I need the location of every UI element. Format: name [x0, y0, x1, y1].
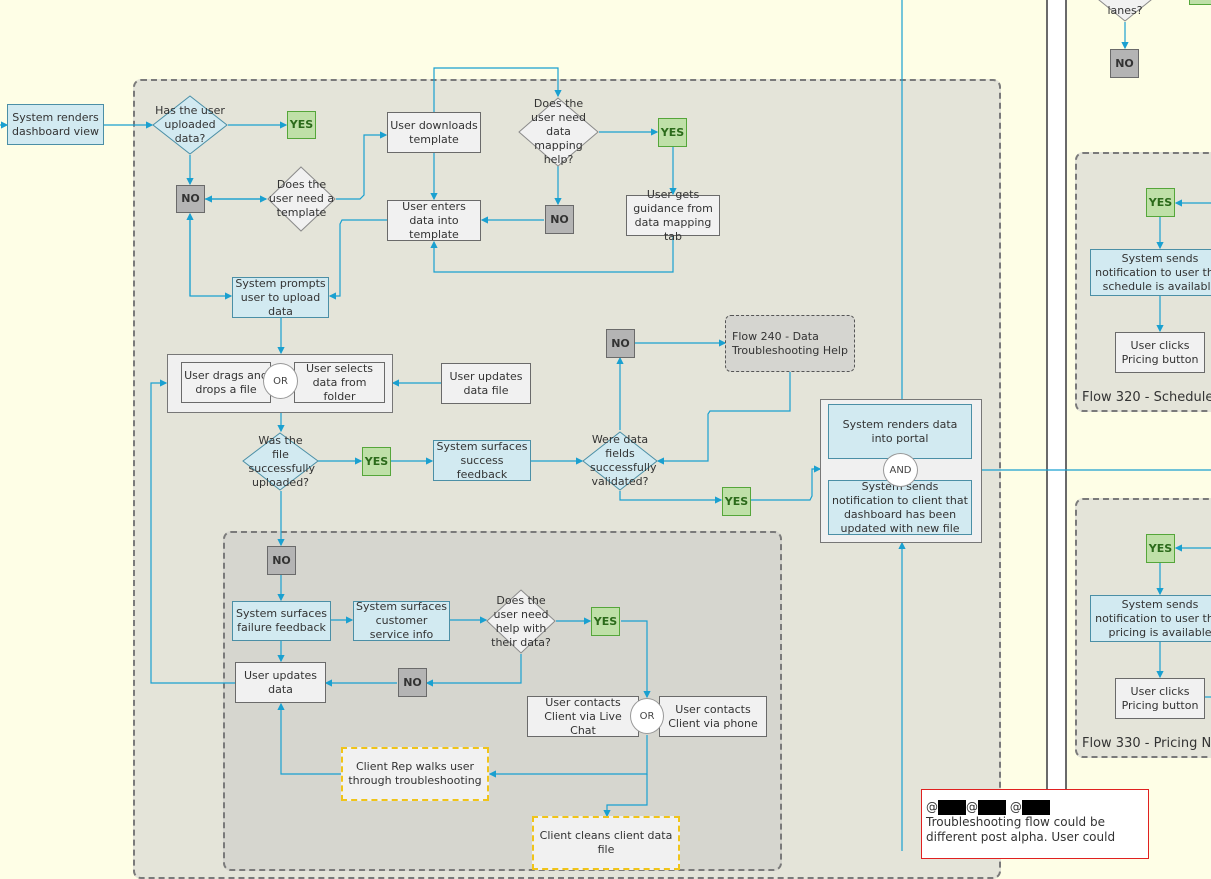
no-badge[interactable]: NO: [1110, 49, 1139, 78]
success-feedback-node[interactable]: System surfaces success feedback: [433, 440, 531, 481]
rep-walks-node[interactable]: Client Rep walks user through troublesho…: [341, 747, 489, 801]
system-renders-dashboard-node[interactable]: System renders dashboard view: [7, 104, 104, 145]
need-template-decision[interactable]: Does the user need a template: [267, 166, 336, 232]
and-connector: AND: [883, 453, 918, 487]
yes-badge[interactable]: YES: [591, 607, 620, 636]
comment-text: different post alpha. User could: [926, 830, 1116, 844]
clicks-pricing-node[interactable]: User clicks Pricing button: [1115, 332, 1205, 373]
yes-badge-partial: [1189, 0, 1211, 5]
enters-data-node[interactable]: User enters data into template: [387, 200, 481, 241]
no-badge[interactable]: NO: [267, 546, 296, 575]
comment-text: Troubleshooting flow could be: [926, 815, 1105, 829]
clicks-pricing-node[interactable]: User clicks Pricing button: [1115, 678, 1205, 719]
mapping-guidance-node[interactable]: User gets guidance from data mapping tab: [626, 188, 720, 243]
mapping-help-decision[interactable]: Does the user need data mapping help?: [518, 97, 599, 167]
drag-drop-node[interactable]: User drags and drops a file: [181, 362, 271, 403]
yes-badge[interactable]: YES: [287, 111, 316, 139]
flow-240-reference[interactable]: Flow 240 - Data Troubleshooting Help: [725, 315, 855, 372]
schedule-notify-node[interactable]: System sends notification to user that s…: [1090, 249, 1211, 296]
phone-node[interactable]: User contacts Client via phone: [659, 696, 767, 737]
need-help-decision[interactable]: Does the user need help with their data?: [486, 589, 556, 654]
no-badge[interactable]: NO: [398, 668, 427, 697]
yes-badge[interactable]: YES: [362, 447, 391, 476]
select-folder-node[interactable]: User selects data from folder: [294, 362, 385, 403]
renders-portal-node[interactable]: System renders data into portal: [828, 404, 972, 459]
live-chat-node[interactable]: User contacts Client via Live Chat: [527, 696, 639, 737]
swimlane-divider: [1046, 0, 1067, 851]
downloads-template-node[interactable]: User downloads template: [387, 112, 481, 153]
no-badge[interactable]: NO: [545, 205, 574, 234]
no-badge[interactable]: NO: [176, 185, 205, 213]
no-badge[interactable]: NO: [606, 329, 635, 358]
redacted-name: [978, 800, 1006, 815]
yes-badge[interactable]: YES: [1146, 534, 1175, 563]
validated-decision[interactable]: Were data fields successfully validated?: [582, 431, 658, 491]
flow-320-label: Flow 320 - Schedule N: [1082, 390, 1211, 405]
updates-file-node[interactable]: User updates data file: [441, 363, 531, 404]
updates-data-node[interactable]: User updates data: [235, 662, 326, 703]
has-uploaded-data-decision[interactable]: Has the user uploaded data?: [152, 95, 228, 155]
or-connector: OR: [263, 363, 298, 399]
flow-330-label: Flow 330 - Pricing Na: [1082, 736, 1211, 751]
customer-service-node[interactable]: System surfaces customer service info: [353, 600, 450, 641]
yes-badge[interactable]: YES: [1146, 188, 1175, 217]
upload-success-decision[interactable]: Was the file successfully uploaded?: [242, 432, 319, 491]
sends-notification-node[interactable]: System sends notification to client that…: [828, 480, 972, 535]
redacted-name: [1021, 800, 1050, 815]
cleans-file-node[interactable]: Client cleans client data file: [532, 816, 680, 870]
lanes-decision[interactable]: lanes?: [1098, 0, 1152, 22]
redacted-name: [938, 800, 966, 815]
yes-badge[interactable]: YES: [658, 118, 687, 147]
pricing-notify-node[interactable]: System sends notification to user that p…: [1090, 595, 1211, 642]
failure-feedback-node[interactable]: System surfaces failure feedback: [232, 601, 331, 641]
or-connector: OR: [630, 698, 664, 734]
comment-mentions: @ @ @: [926, 800, 1144, 815]
prompts-upload-node[interactable]: System prompts user to upload data: [232, 277, 329, 318]
yes-badge[interactable]: YES: [722, 487, 751, 516]
review-comment[interactable]: @ @ @ Troubleshooting flow could be diffe…: [921, 789, 1149, 859]
